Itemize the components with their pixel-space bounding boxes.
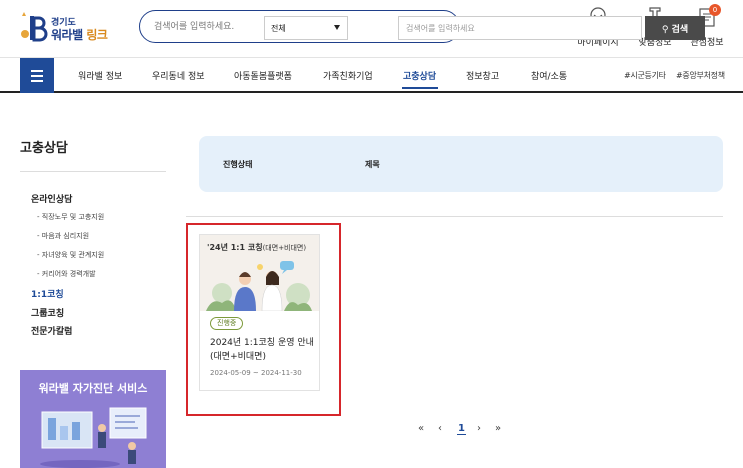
card-thumbnail-title: '24년 1:1 코칭(대면+비대면) bbox=[207, 242, 306, 253]
coaching-illustration bbox=[206, 261, 312, 311]
program-card[interactable]: '24년 1:1 코칭(대면+비대면) 진행중 2024년 1:1코칭 운영 안… bbox=[199, 234, 320, 391]
card-date-range: 2024-05-09 ~ 2024-11-30 bbox=[210, 369, 302, 377]
banner-illustration bbox=[40, 407, 147, 468]
sidebar-subitem-labor[interactable]: - 직장노무 및 고충지원 bbox=[37, 212, 104, 222]
main-nav: 워라밸 정보 우리동네 정보 아동돌봄플랫폼 가족친화기업 고충상담 정보창고 … bbox=[0, 57, 743, 93]
sidebar-subitem-parenting[interactable]: - 자녀양육 및 관계지원 bbox=[37, 250, 104, 260]
sidebar-subitem-mind[interactable]: - 마음과 심리지원 bbox=[37, 231, 89, 241]
nav-item-worklife-info[interactable]: 워라밸 정보 bbox=[78, 69, 122, 82]
logo-mark-icon bbox=[21, 12, 48, 42]
status-select-value: 전체 bbox=[271, 24, 286, 33]
title-label: 제목 bbox=[365, 160, 380, 169]
nav-tag-city[interactable]: #시군등기타 bbox=[624, 70, 666, 81]
sidebar-title: 고충상담 bbox=[20, 141, 68, 156]
magnifier-icon: ⚲ bbox=[661, 24, 669, 35]
card-thumbnail: '24년 1:1 코칭(대면+비대면) bbox=[200, 235, 319, 311]
nav-active-underline bbox=[402, 87, 438, 89]
sidebar-subitem-career[interactable]: - 커리어와 경력개발 bbox=[37, 269, 96, 279]
hamburger-menu-icon[interactable] bbox=[20, 58, 54, 93]
filter-panel: 진행상태 bbox=[199, 136, 723, 192]
sidebar-link-coaching[interactable]: 1:1코칭 bbox=[31, 287, 64, 300]
nav-item-counseling[interactable]: 고충상담 bbox=[403, 69, 436, 82]
sidebar-link-expert-column[interactable]: 전문가칼럼 bbox=[31, 324, 72, 337]
interest-count-badge: 0 bbox=[709, 4, 721, 16]
logo[interactable]: 경기도 워라밸 링크 bbox=[20, 10, 110, 44]
self-diagnosis-banner[interactable]: 워라밸 자가진단 서비스 bbox=[20, 370, 166, 468]
nav-item-info-archive[interactable]: 정보창고 bbox=[466, 69, 499, 82]
sidebar-divider bbox=[20, 171, 166, 172]
sidebar-category-online[interactable]: 온라인상담 bbox=[31, 192, 72, 205]
card-thumbnail-title-main: '24년 1:1 코칭 bbox=[207, 243, 263, 252]
status-select[interactable]: 전체 bbox=[264, 16, 348, 40]
page-number-1[interactable]: 1 bbox=[457, 423, 466, 435]
sidebar-subitem-label: 자녀양육 및 관계지원 bbox=[41, 251, 105, 259]
prev-page-button[interactable]: ‹ bbox=[438, 423, 442, 434]
first-page-button[interactable]: « bbox=[418, 423, 424, 434]
chevron-down-icon bbox=[334, 25, 340, 30]
nav-item-participation[interactable]: 참여/소통 bbox=[531, 69, 567, 82]
status-label: 진행상태 bbox=[223, 160, 253, 169]
last-page-button[interactable]: » bbox=[495, 423, 501, 434]
nav-item-neighborhood-info[interactable]: 우리동네 정보 bbox=[152, 69, 205, 82]
card-thumbnail-title-sub: (대면+비대면) bbox=[262, 244, 307, 252]
nav-tag-central[interactable]: #중앙부처정책 bbox=[676, 70, 725, 81]
filter-search-button[interactable]: ⚲ 검색 bbox=[645, 16, 705, 40]
status-badge: 진행중 bbox=[210, 317, 244, 330]
logo-main-b: 링크 bbox=[86, 28, 108, 42]
nav-item-family-friendly[interactable]: 가족친화기업 bbox=[323, 69, 373, 82]
logo-main-a: 워라밸 bbox=[51, 28, 83, 42]
filter-search-label: 검색 bbox=[671, 24, 689, 35]
content-divider bbox=[186, 216, 723, 217]
sidebar-subitem-label: 커리어와 경력개발 bbox=[41, 270, 96, 278]
logo-main-text: 워라밸 링크 bbox=[51, 26, 108, 43]
title-search-input[interactable] bbox=[398, 16, 642, 40]
banner-title: 워라밸 자가진단 서비스 bbox=[38, 382, 148, 395]
nav-item-childcare-platform[interactable]: 아동돌봄플랫폼 bbox=[234, 69, 292, 82]
card-title[interactable]: 2024년 1:1코칭 운영 안내(대면+비대면) bbox=[210, 336, 314, 364]
sidebar-subitem-label: 직장노무 및 고충지원 bbox=[41, 213, 105, 221]
sidebar-subitem-label: 마음과 심리지원 bbox=[41, 232, 90, 240]
next-page-button[interactable]: › bbox=[477, 423, 481, 434]
sidebar-link-group-coaching[interactable]: 그룹코칭 bbox=[31, 306, 64, 319]
